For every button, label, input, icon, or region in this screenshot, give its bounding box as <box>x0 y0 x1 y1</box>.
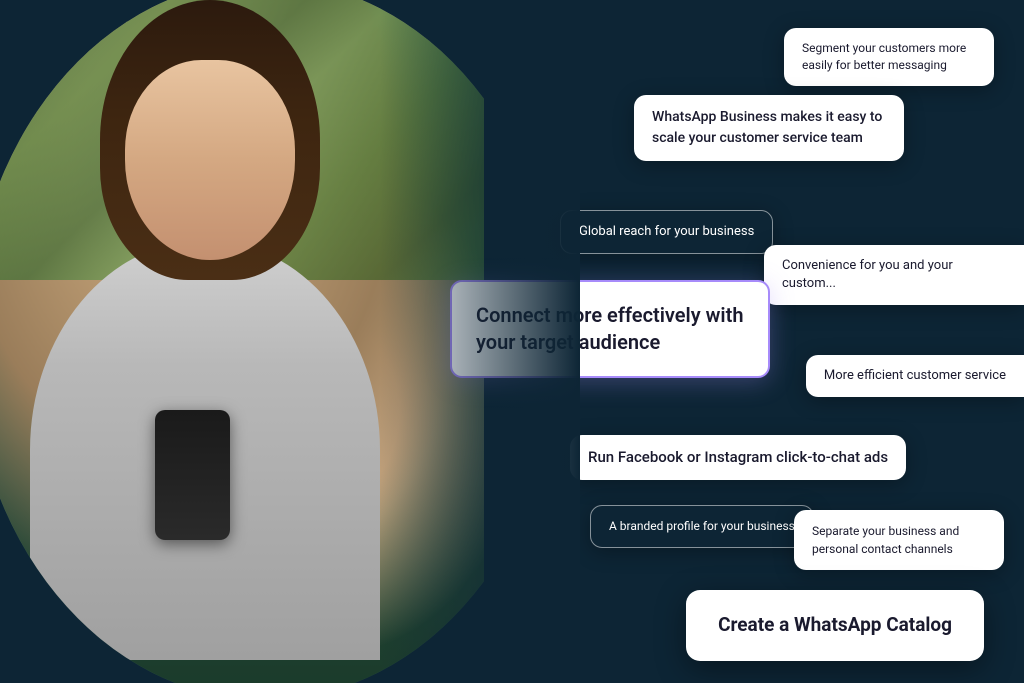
phone-in-hand <box>155 410 230 540</box>
card-branded-profile: A branded profile for your business <box>590 505 814 548</box>
card-separate-channels: Separate your business and personal cont… <box>794 510 1004 570</box>
person-face <box>125 60 295 260</box>
card-efficient: More efficient customer service <box>806 355 1024 397</box>
card-whatsapp-scale: WhatsApp Business makes it easy to scale… <box>634 95 904 161</box>
card-connect-main: Connect more effectively with your targe… <box>450 280 770 378</box>
scene: Segment your customers more easily for b… <box>0 0 1024 683</box>
card-facebook-ads: Run Facebook or Instagram click-to-chat … <box>570 435 906 480</box>
card-create-catalog[interactable]: Create a WhatsApp Catalog <box>686 590 984 661</box>
card-convenience: Convenience for you and your custom... <box>764 245 1024 305</box>
card-global-reach: Global reach for your business <box>560 210 773 254</box>
card-segment: Segment your customers more easily for b… <box>784 28 994 86</box>
